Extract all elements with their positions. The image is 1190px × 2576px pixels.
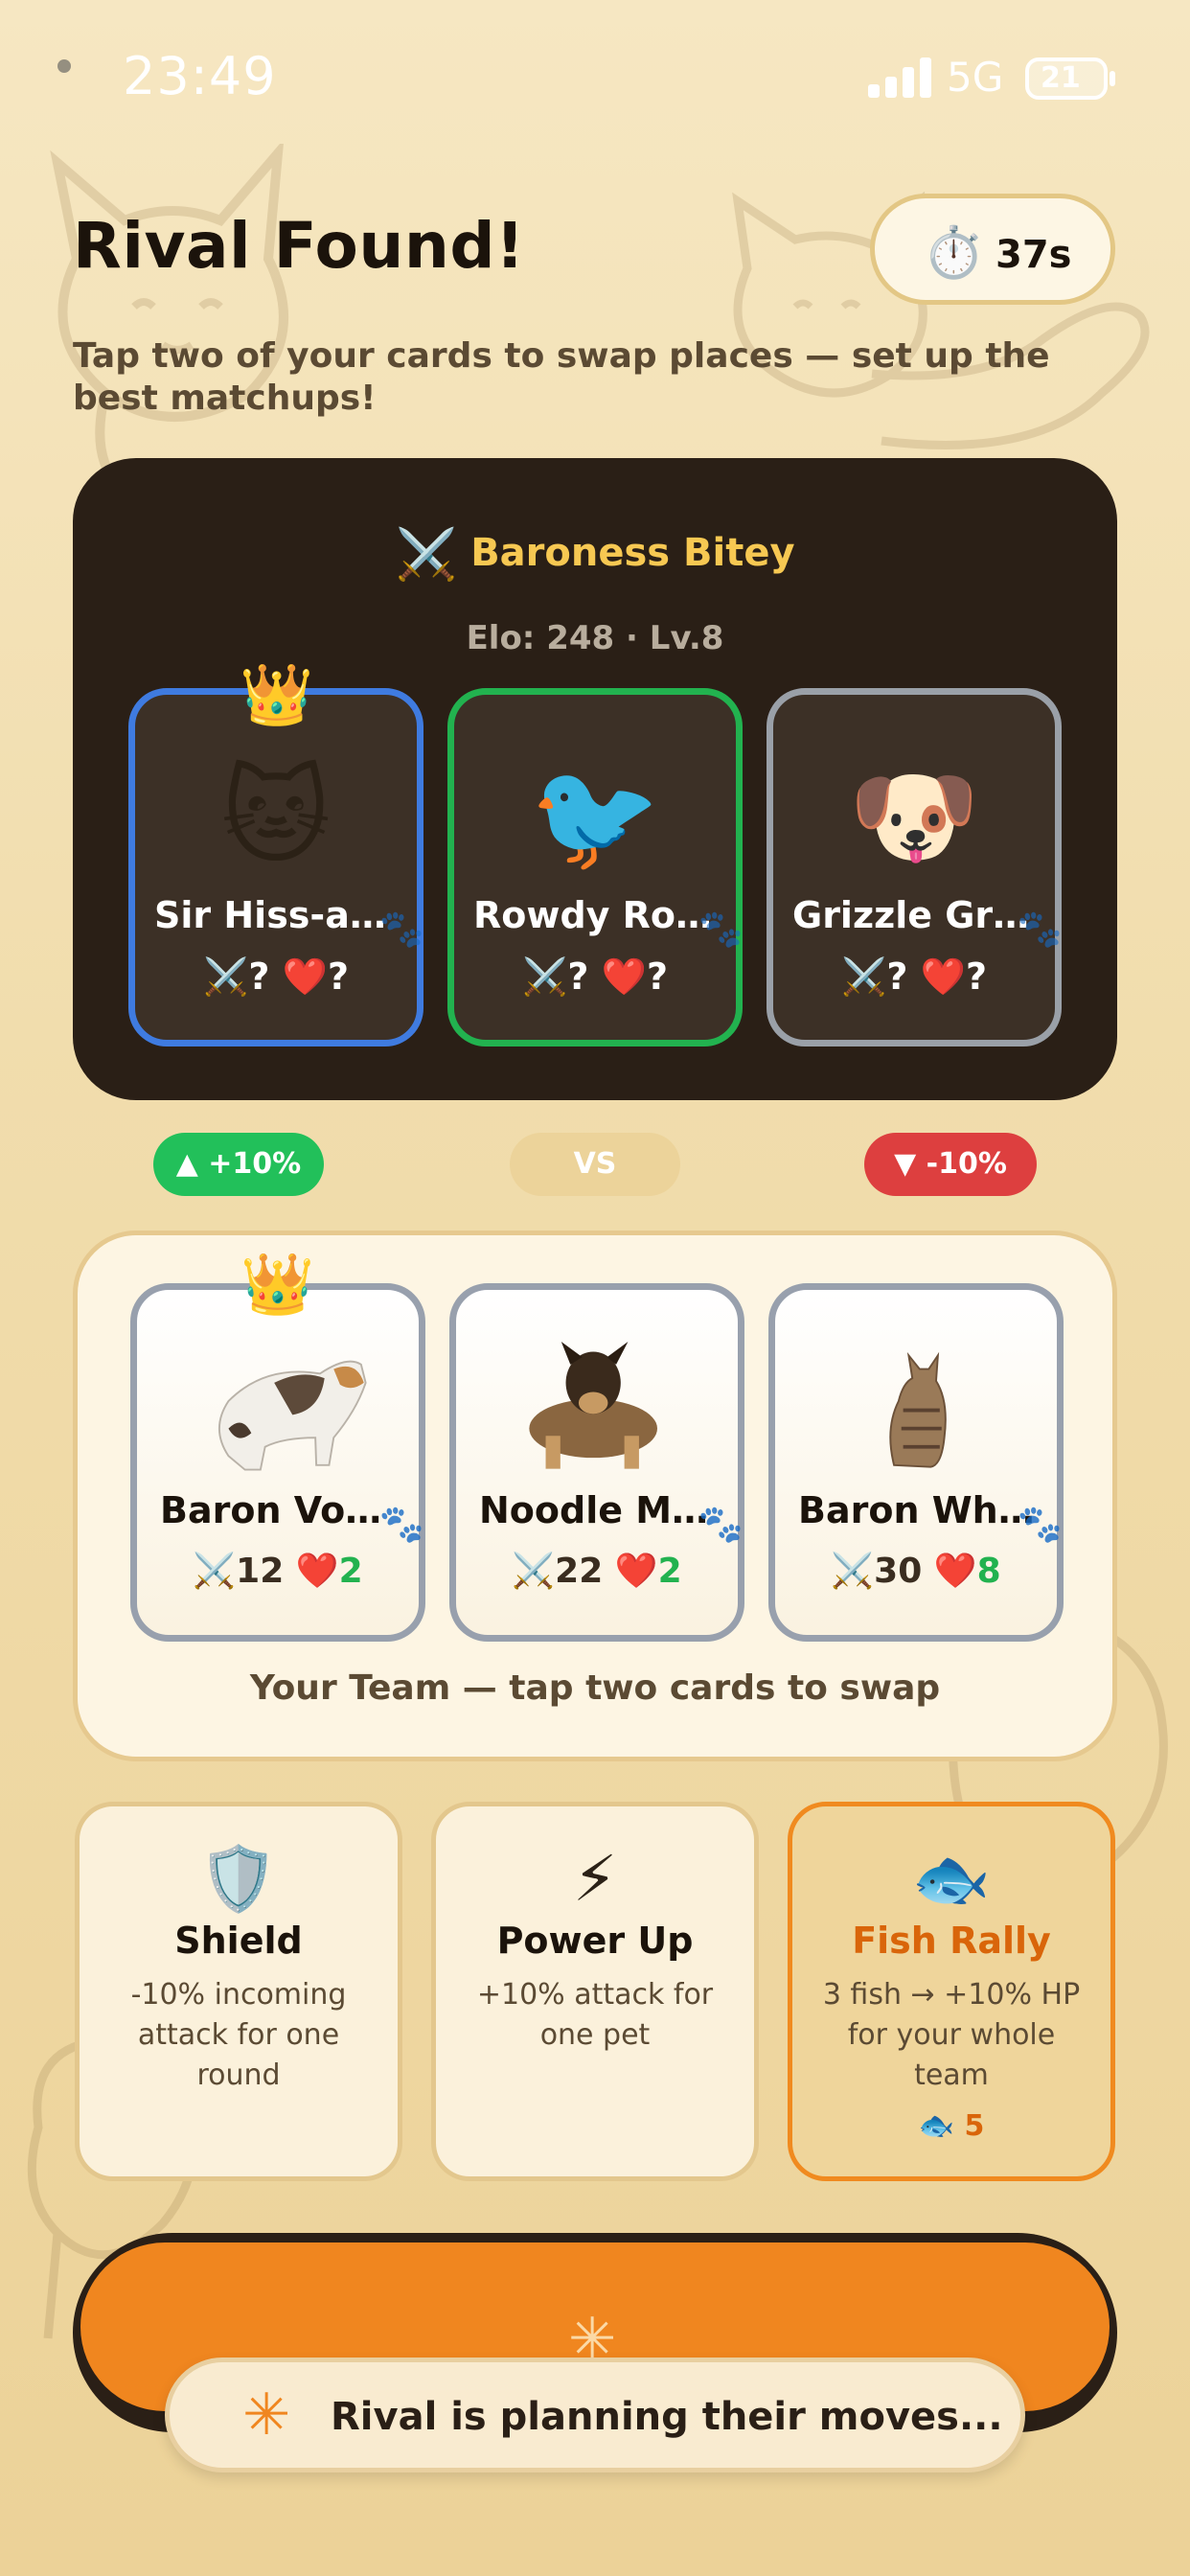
rival-pet-stats: ⚔️? ❤️? xyxy=(841,955,987,998)
pet-avatar-icon: 🐦 xyxy=(529,755,661,878)
battery-icon: 21 xyxy=(1025,58,1115,100)
instructions-text: Tap two of your cards to swap places — s… xyxy=(73,336,1050,418)
dog-photo xyxy=(529,1341,657,1469)
loading-spinner-icon: ✳ xyxy=(242,2381,291,2449)
pet-avatar-icon: 🐱 xyxy=(220,755,332,878)
rival-pet-name: Grizzle Gr… xyxy=(792,894,1030,936)
rival-elo: Elo: 248 · Lv.8 xyxy=(466,619,724,657)
shield-icon: 🛡️ xyxy=(198,1842,279,1916)
stopwatch-icon: ⏱️ xyxy=(923,224,985,282)
powerup-description: +10% attack for one pet xyxy=(476,1978,714,2052)
countdown-timer: ⏱️ 37s xyxy=(870,194,1115,305)
team-card[interactable]: Noodle M… 🐾 ⚔️22 ❤️2 xyxy=(449,1283,744,1642)
rival-name: Baroness Bitey xyxy=(470,531,795,575)
rival-pet-name: Rowdy Ro… xyxy=(473,894,713,936)
tabby-cat-photo xyxy=(889,1351,947,1468)
powerup-title: Fish Rally xyxy=(852,1920,1051,1962)
attack-bonus-badge: ▲ +10% xyxy=(153,1133,324,1196)
fish-cost: 🐟 5 xyxy=(918,2109,985,2143)
team-caption: Your Team — tap two cards to swap xyxy=(249,1668,941,1708)
team-panel: Baron Vo… 🐾 ⚔️12 ❤️2 Noodle M… 🐾 ⚔️22 ❤️… xyxy=(73,1230,1117,1761)
signal-icon xyxy=(868,58,931,98)
camera-indicator xyxy=(57,59,71,73)
paw-icon: 🐾 xyxy=(378,1503,424,1545)
team-pet-stats: ⚔️30 ❤️8 xyxy=(831,1552,1001,1591)
cat-doodle-icon xyxy=(50,144,288,503)
team-card[interactable]: Baron Wh… 🐾 ⚔️30 ❤️8 xyxy=(768,1283,1064,1642)
rival-card: 🐱 Sir Hiss-a… 🐾 ⚔️? ❤️? xyxy=(128,688,424,1046)
lightning-icon: ⚡ xyxy=(572,1842,618,1916)
vs-badge: VS xyxy=(510,1133,680,1196)
team-pet-stats: ⚔️22 ❤️2 xyxy=(512,1552,682,1591)
waiting-toast: ✳ Rival is planning their moves... xyxy=(165,2358,1025,2472)
pet-avatar-icon: 🐶 xyxy=(848,755,980,878)
network-type: 5G xyxy=(947,54,1004,101)
rival-pet-name: Sir Hiss-a… xyxy=(154,894,386,936)
battery-level: 21 xyxy=(1041,61,1081,95)
powerup-description: 3 fish → +10% HP for your whole team xyxy=(822,1978,1081,2092)
rival-panel: ⚔️ Baroness Bitey Elo: 248 · Lv.8 🐱 Sir H… xyxy=(73,458,1117,1100)
rival-pet-stats: ⚔️? ❤️? xyxy=(522,955,668,998)
crown-icon: 👑 xyxy=(240,1249,315,1319)
team-pet-stats: ⚔️12 ❤️2 xyxy=(193,1552,363,1591)
paw-icon: 🐾 xyxy=(378,908,424,950)
team-card[interactable]: Baron Vo… 🐾 ⚔️12 ❤️2 xyxy=(130,1283,425,1642)
paw-icon: 🐾 xyxy=(698,908,744,950)
status-time: 23:49 xyxy=(123,46,277,106)
rival-pet-stats: ⚔️? ❤️? xyxy=(203,955,349,998)
shield-powerup-card[interactable]: 🛡️ Shield -10% incoming attack for one r… xyxy=(75,1802,402,2181)
rival-name-row: ⚔️ Baroness Bitey xyxy=(73,525,1117,584)
attack-penalty-badge: ▼ -10% xyxy=(864,1133,1037,1196)
crown-icon: 👑 xyxy=(240,659,314,729)
timer-value: 37s xyxy=(995,233,1072,277)
rival-card: 🐶 Grizzle Gr… 🐾 ⚔️? ❤️? xyxy=(767,688,1063,1046)
paw-icon: 🐾 xyxy=(698,1503,744,1545)
rival-card: 🐦 Rowdy Ro… 🐾 ⚔️? ❤️? xyxy=(447,688,744,1046)
calico-cat-photo xyxy=(218,1360,367,1471)
powerup-title: Shield xyxy=(174,1920,303,1962)
crossed-swords-icon: ⚔️ xyxy=(395,526,458,584)
paw-icon: 🐾 xyxy=(1017,1503,1063,1545)
paw-icon: 🐾 xyxy=(1017,908,1063,950)
power-up-card[interactable]: ⚡ Power Up +10% attack for one pet xyxy=(431,1802,759,2181)
status-bar: 23:49 5G 21 xyxy=(0,0,1190,153)
powerup-description: -10% incoming attack for one round xyxy=(130,1978,347,2092)
page-title: Rival Found! xyxy=(73,209,525,283)
powerup-title: Power Up xyxy=(496,1920,694,1962)
fish-rally-card[interactable]: 🐟 Fish Rally 3 fish → +10% HP for your w… xyxy=(788,1802,1115,2181)
fish-icon: 🐟 xyxy=(911,1842,992,1916)
toast-text: Rival is planning their moves... xyxy=(331,2395,1003,2439)
